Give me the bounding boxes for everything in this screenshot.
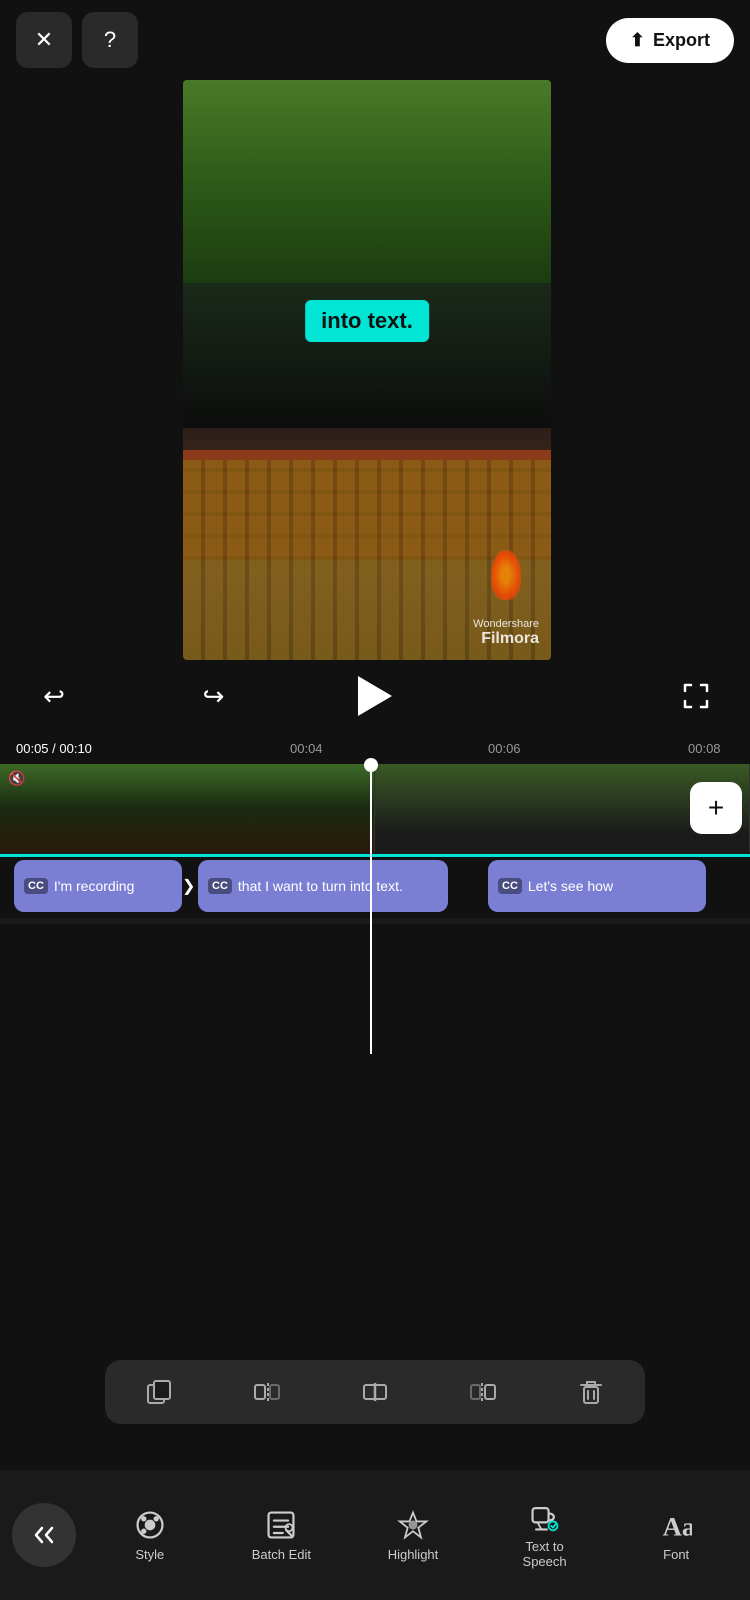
bottom-nav: Style Batch Edit Highlight [0,1470,750,1600]
filmora-watermark: Wondershare Filmora [473,618,539,648]
video-preview: into text. Wondershare Filmora [183,80,551,660]
help-button[interactable]: ? [82,12,138,68]
style-icon [134,1509,166,1541]
duplicate-button[interactable] [135,1368,183,1416]
time-marker-1: 00:04 [290,741,323,756]
lantern [491,550,521,600]
style-label: Style [135,1547,164,1562]
font-icon: Aa [660,1509,692,1541]
time-marker-3: 00:08 [688,741,721,756]
nav-item-font[interactable]: Aa Font [631,1509,721,1562]
playhead-indicator [364,758,378,772]
header: ✕ ? ⬆ Export [0,0,750,80]
header-left-buttons: ✕ ? [16,12,138,68]
playback-controls: ↩ ↪ [0,660,750,732]
nav-item-highlight[interactable]: Highlight [368,1509,458,1562]
caption-track-indicator [0,854,750,857]
export-label: Export [653,30,710,51]
svg-text:Aa: Aa [663,1511,692,1540]
timeline-area[interactable]: 🔇 + CC I'm recording ❯ CC that I want to… [0,764,750,924]
batch-edit-label: Batch Edit [252,1547,311,1562]
tts-icon [529,1501,561,1533]
add-track-button[interactable]: + [690,782,742,834]
highlight-label: Highlight [388,1547,439,1562]
collapse-icon [33,1524,55,1546]
video-caption-text: into text. [305,300,429,342]
close-button[interactable]: ✕ [16,12,72,68]
batch-edit-icon [265,1509,297,1541]
video-track-segment-1[interactable]: 🔇 [0,764,375,852]
play-button[interactable] [351,672,399,720]
video-track[interactable]: 🔇 + [0,764,750,852]
cc-badge-2: CC [208,878,232,894]
time-marker-2: 00:06 [488,741,521,756]
delete-icon [579,1379,603,1405]
caption-text-1: I'm recording [54,878,134,894]
watermark-brand: Filmora [473,630,539,648]
nav-items: Style Batch Edit Highlight [76,1501,750,1569]
tts-label: Text toSpeech [523,1539,567,1569]
playhead[interactable] [370,764,372,1054]
duplicate-icon [146,1379,172,1405]
nav-item-text-to-speech[interactable]: Text toSpeech [500,1501,590,1569]
split-left-button[interactable] [243,1368,291,1416]
volume-icon: 🔇 [8,770,25,787]
export-button[interactable]: ⬆ Export [606,18,734,63]
caption-chip-2[interactable]: CC that I want to turn into text. [198,860,448,912]
caption-text-3: Let's see how [528,878,613,894]
split-left-icon [254,1379,280,1405]
collapse-button[interactable] [12,1503,76,1567]
chip-connector: ❯ [182,876,195,896]
split-right-icon [470,1379,496,1405]
redo-icon: ↪ [203,681,225,712]
fullscreen-icon [683,683,709,709]
delete-button[interactable] [567,1368,615,1416]
split-right-button[interactable] [459,1368,507,1416]
caption-chip-3[interactable]: CC Let's see how [488,860,706,912]
video-background: into text. Wondershare Filmora [183,80,551,660]
highlight-icon [397,1509,429,1541]
nav-item-batch-edit[interactable]: Batch Edit [236,1509,326,1562]
split-center-button[interactable] [351,1368,399,1416]
redo-button[interactable]: ↪ [192,674,236,718]
nav-item-style[interactable]: Style [105,1509,195,1562]
fullscreen-button[interactable] [674,674,718,718]
cc-badge-1: CC [24,878,48,894]
caption-chip-1[interactable]: CC I'm recording [14,860,182,912]
edit-toolbar [105,1360,645,1424]
undo-icon: ↩ [43,681,65,712]
split-center-icon [362,1379,388,1405]
current-time: 00:05 / 00:10 [16,741,92,756]
watermark-sub: Wondershare [473,618,539,630]
cc-badge-3: CC [498,878,522,894]
undo-button[interactable]: ↩ [32,674,76,718]
play-icon [358,676,392,716]
caption-text-2: that I want to turn into text. [238,878,403,894]
font-label: Font [663,1547,689,1562]
caption-track[interactable]: CC I'm recording ❯ CC that I want to tur… [0,854,750,918]
export-icon: ⬆ [630,30,645,51]
